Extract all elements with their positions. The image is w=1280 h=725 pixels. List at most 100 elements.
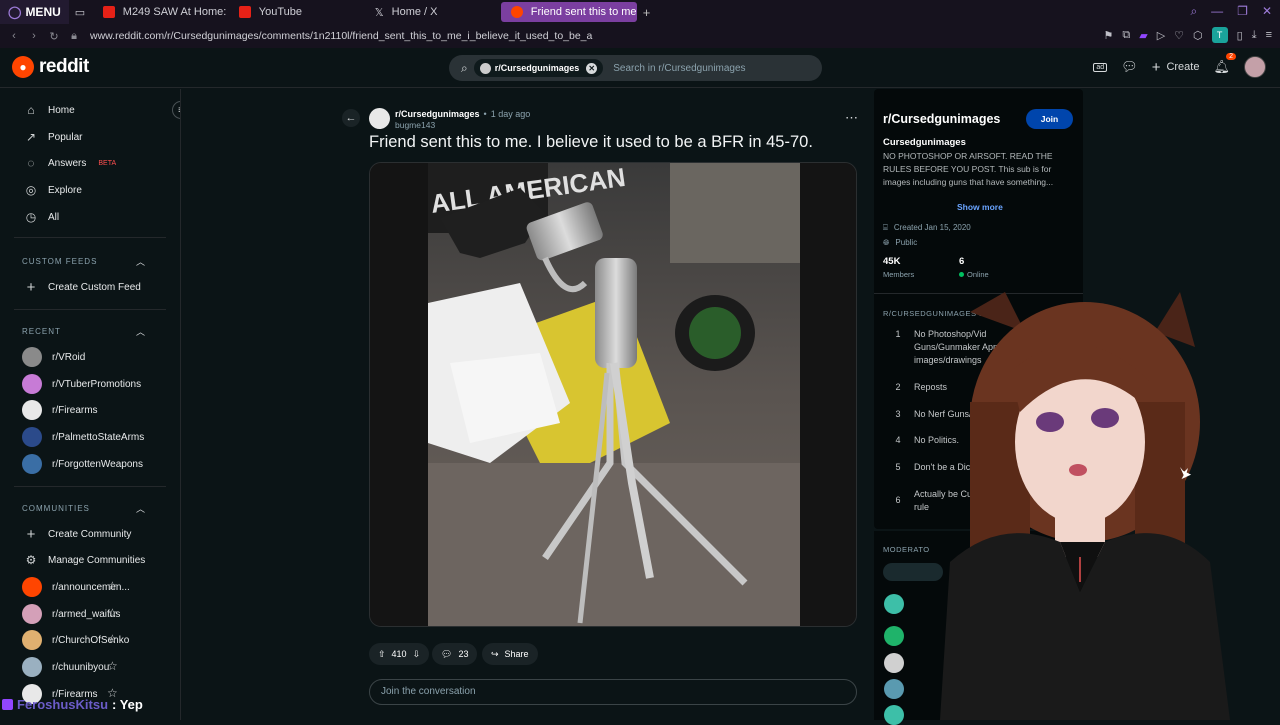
search-icon: ⌕ <box>461 60 468 75</box>
downvote-icon[interactable]: ⇩ <box>413 649 421 660</box>
tab-label: Friend sent this to me. I b <box>530 6 637 18</box>
post-author-link[interactable]: bugme143 <box>395 120 435 130</box>
twitch-icon[interactable]: ▰ <box>1139 29 1147 42</box>
sidebar-item-label: Answers <box>48 157 87 169</box>
create-button[interactable]: + Create <box>1152 59 1200 76</box>
share-button[interactable]: ↪ Share <box>482 643 538 665</box>
favorite-star-icon[interactable]: ☆ <box>107 659 118 673</box>
recent-header[interactable]: RECENT ︿ <box>22 327 146 337</box>
easy-setup-icon[interactable]: ≡ <box>1266 29 1272 41</box>
back-icon[interactable]: ‹ <box>8 30 20 42</box>
download-icon[interactable]: ⤓ <box>1252 29 1257 42</box>
reload-icon[interactable]: ↻ <box>48 30 60 43</box>
search-bar[interactable]: ⌕ r/Cursedgunimages ✕ Search in r/Cursed… <box>449 55 822 81</box>
section-title: COMMUNITIES <box>22 504 90 513</box>
gear-icon: ⚙ <box>25 553 37 567</box>
extensions-icon[interactable]: ⬡ <box>1193 29 1203 42</box>
sidebar-item-popular[interactable]: ↗ Popular <box>24 127 83 147</box>
join-button[interactable]: Join <box>1026 109 1073 129</box>
community-item[interactable]: r/chuunibyou <box>22 657 109 677</box>
globe-icon: 🌐︎ <box>883 238 890 247</box>
search-tabs-icon[interactable]: ⌕ <box>1190 4 1197 19</box>
favorite-star-icon[interactable]: ☆ <box>107 579 118 593</box>
sidebar-toggle-icon[interactable]: ▯ <box>1237 29 1243 42</box>
post-subreddit-link[interactable]: r/Cursedgunimages <box>395 109 480 119</box>
minimize-icon[interactable]: — <box>1211 4 1223 19</box>
back-arrow-icon[interactable]: ← <box>342 109 360 127</box>
upvote-icon[interactable]: ⇧ <box>378 649 386 660</box>
browser-menu-button[interactable]: ◯ MENU <box>0 0 69 24</box>
visibility-info: 🌐︎ Public <box>883 238 917 248</box>
recent-item[interactable]: r/ForgottenWeapons <box>22 454 143 474</box>
create-community[interactable]: + Create Community <box>24 524 132 544</box>
manage-communities[interactable]: ⚙ Manage Communities <box>24 550 146 570</box>
recent-item[interactable]: r/VTuberPromotions <box>22 374 141 394</box>
url-field[interactable]: www.reddit.com/r/Cursedgunimages/comment… <box>90 30 592 42</box>
online-status: Online <box>959 270 989 279</box>
subreddit-icon <box>479 62 491 74</box>
sidebar-item-all[interactable]: ◷ All <box>24 207 59 227</box>
reddit-logo[interactable]: ● reddit <box>12 56 89 78</box>
subreddit-avatar <box>22 454 42 474</box>
online-dot-icon <box>959 272 964 277</box>
comment-input[interactable]: Join the conversation <box>369 679 857 705</box>
forward-icon[interactable]: › <box>28 30 40 42</box>
more-options-icon[interactable]: ⋯ <box>845 110 858 126</box>
tab-m249[interactable]: M249 SAW At Home: Lim <box>93 2 229 22</box>
tab-overview-icon[interactable]: ▭ <box>69 2 93 22</box>
notifications-icon[interactable]: 🔔︎ 2 <box>1213 53 1236 75</box>
show-more-link[interactable]: Show more <box>957 202 1003 212</box>
create-custom-feed[interactable]: + Create Custom Feed <box>24 277 141 297</box>
advertise-icon[interactable]: ad <box>1093 62 1108 72</box>
comments-button[interactable]: 💬︎ 23 <box>432 643 478 665</box>
close-icon[interactable]: ✕ <box>1262 4 1272 19</box>
community-item[interactable]: r/armed_waifus <box>22 604 120 624</box>
stream-chat-message: FeroshusKitsu : Yep <box>2 697 143 712</box>
sidebar-item-explore[interactable]: ◎ Explore <box>24 180 82 200</box>
twitch-badge-icon <box>2 699 13 710</box>
tab-reddit-post[interactable]: Friend sent this to me. I b <box>500 2 637 22</box>
favorite-star-icon[interactable]: ☆ <box>107 632 118 646</box>
communities-header[interactable]: COMMUNITIES ︿ <box>22 504 146 514</box>
chip-remove-icon[interactable]: ✕ <box>586 62 598 74</box>
search-subreddit-chip[interactable]: r/Cursedgunimages ✕ <box>473 59 604 77</box>
bookmark-icon[interactable]: ⚑ <box>1103 29 1113 42</box>
lock-icon: 🔒︎ <box>71 29 77 42</box>
tab-label: Home / X <box>391 6 438 18</box>
chat-username: FeroshusKitsu <box>17 697 109 712</box>
post-image[interactable]: ALL AMERICAN <box>369 162 857 627</box>
snapshot-icon[interactable]: ⧉ <box>1122 29 1130 42</box>
maximize-icon[interactable]: ❐ <box>1237 4 1248 19</box>
plus-icon: + <box>1151 58 1161 76</box>
heart-icon[interactable]: ♡ <box>1174 29 1184 42</box>
all-icon: ◷ <box>25 210 37 224</box>
collapse-sidebar-icon[interactable]: ≡ <box>172 101 180 119</box>
mouse-cursor-icon: ➤ <box>1180 466 1192 482</box>
reddit-snoo-icon: ● <box>12 56 34 78</box>
tab-youtube[interactable]: YouTube <box>229 2 365 22</box>
recent-item[interactable]: r/VRoid <box>22 347 85 367</box>
chat-icon[interactable]: 💬︎ <box>1121 59 1138 75</box>
chip-label: r/Cursedgunimages <box>494 63 580 73</box>
community-name[interactable]: r/Cursedgunimages <box>883 112 1000 126</box>
community-item[interactable]: r/announcemen... <box>22 577 152 597</box>
cake-icon: ⌸ <box>883 223 888 232</box>
new-tab-button[interactable]: + <box>643 5 651 20</box>
sidebar-item-answers[interactable]: ◌ Answers BETA <box>24 153 116 173</box>
recent-item[interactable]: r/PalmettoStateArms <box>22 427 144 447</box>
moderator-avatar <box>884 653 904 673</box>
extension-badge[interactable]: T <box>1211 27 1228 43</box>
favorite-star-icon[interactable]: ☆ <box>107 606 118 620</box>
recent-item[interactable]: r/Firearms <box>22 400 98 420</box>
chat-text: : Yep <box>112 697 143 712</box>
post-meta: r/Cursedgunimages • 1 day ago <box>395 109 531 119</box>
rule-number: 2 <box>895 382 901 392</box>
sidebar-item-home[interactable]: ⌂ Home <box>24 100 74 120</box>
tab-x[interactable]: 𝕏 Home / X <box>365 2 501 22</box>
custom-feeds-header[interactable]: CUSTOM FEEDS ︿ <box>22 257 146 267</box>
user-avatar[interactable] <box>1244 56 1266 78</box>
play-icon[interactable]: ▷ <box>1157 29 1165 42</box>
online-count: 6 <box>959 256 965 267</box>
revolver-photo: ALL AMERICAN <box>370 163 856 626</box>
sidebar-item-label: Create Community <box>48 528 132 540</box>
